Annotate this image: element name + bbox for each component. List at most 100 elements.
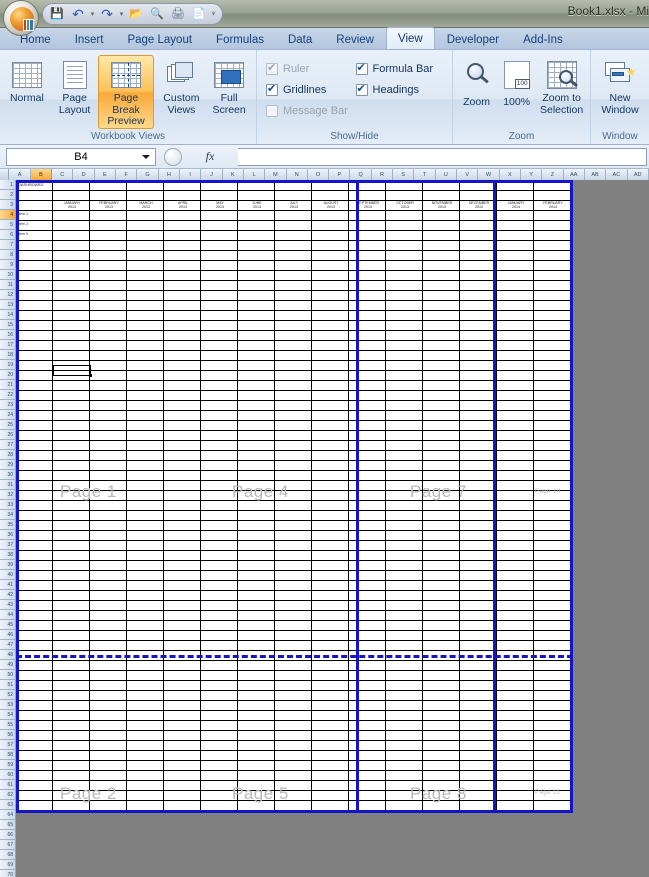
page-break-preview-button[interactable]: Page Break Preview [98,55,154,129]
redo-icon[interactable]: ↷ [97,5,117,23]
row-header-22[interactable]: 22 [0,390,16,400]
row-header-17[interactable]: 17 [0,340,16,350]
column-header-U[interactable]: U [435,169,458,180]
gridlines-checkbox-row[interactable]: Gridlines [266,79,356,100]
row-header-24[interactable]: 24 [0,410,16,420]
row-header-19[interactable]: 19 [0,360,16,370]
row-header-48[interactable]: 48 [0,650,16,660]
formula-input[interactable] [238,147,647,166]
customize-qat-icon[interactable]: ⩛ [210,5,217,23]
column-header-D[interactable]: D [73,169,95,180]
row-header-33[interactable]: 33 [0,500,16,510]
column-header-Z[interactable]: Z [542,169,564,180]
column-header-Y[interactable]: Y [520,169,543,180]
row-header-20[interactable]: 20 [0,370,16,380]
column-header-A[interactable]: A [9,169,31,180]
page-layout-button[interactable]: Page Layout [51,55,99,117]
column-header-T[interactable]: T [414,169,436,180]
row-header-39[interactable]: 39 [0,560,16,570]
ribbon-tab-insert[interactable]: Insert [63,29,116,49]
row-header-61[interactable]: 61 [0,780,16,790]
column-header-O[interactable]: O [307,169,330,180]
zoom-button[interactable]: Zoom [456,55,497,110]
redo-dropdown-icon[interactable]: ▾ [118,5,125,23]
office-button[interactable] [3,0,39,36]
ribbon-tab-review[interactable]: Review [324,29,386,49]
row-header-50[interactable]: 50 [0,670,16,680]
zoom-to-selection-button[interactable]: Zoom to Selection [536,55,587,117]
row-header-52[interactable]: 52 [0,690,16,700]
custom-views-button[interactable]: Custom Views [158,55,206,117]
horizontal-page-break-1[interactable] [16,655,573,658]
zoom-100-button[interactable]: 100 100% [497,55,536,110]
message-bar-checkbox-row[interactable]: Message Bar [266,100,356,121]
ribbon-tab-view[interactable]: View [386,27,435,49]
row-header-68[interactable]: 68 [0,850,16,860]
vertical-page-break-1[interactable] [356,180,359,813]
new-icon[interactable]: 📄 [189,5,209,23]
column-header-AB[interactable]: AB [584,169,607,180]
new-window-button[interactable]: New Window [594,55,646,117]
row-header-44[interactable]: 44 [0,610,16,620]
column-header-I[interactable]: I [179,169,202,180]
column-header-E[interactable]: E [94,169,117,180]
column-header-B[interactable]: B [30,169,53,180]
row-header-11[interactable]: 11 [0,280,16,290]
row-header-54[interactable]: 54 [0,710,16,720]
ribbon-tab-page-layout[interactable]: Page Layout [115,29,204,49]
row-header-64[interactable]: 64 [0,810,16,820]
ribbon-tab-add-ins[interactable]: Add-Ins [511,29,575,49]
row-header-9[interactable]: 9 [0,260,16,270]
row-header-10[interactable]: 10 [0,270,16,280]
select-all-corner[interactable] [0,169,10,180]
row-header-56[interactable]: 56 [0,730,16,740]
row-header-58[interactable]: 58 [0,750,16,760]
row-header-40[interactable]: 40 [0,570,16,580]
column-header-M[interactable]: M [265,169,287,180]
row-header-12[interactable]: 12 [0,290,16,300]
row-header-1[interactable]: 1 [0,180,16,190]
row-header-36[interactable]: 36 [0,530,16,540]
row-header-41[interactable]: 41 [0,580,16,590]
row-header-35[interactable]: 35 [0,520,16,530]
row-header-23[interactable]: 23 [0,400,16,410]
row-header-63[interactable]: 63 [0,800,16,810]
row-header-49[interactable]: 49 [0,660,16,670]
row-header-65[interactable]: 65 [0,820,16,830]
column-header-P[interactable]: P [329,169,351,180]
row-header-28[interactable]: 28 [0,450,16,460]
row-header-42[interactable]: 42 [0,590,16,600]
row-header-13[interactable]: 13 [0,300,16,310]
column-header-V[interactable]: V [457,169,479,180]
row-header-62[interactable]: 62 [0,790,16,800]
column-header-H[interactable]: H [158,169,180,180]
row-header-32[interactable]: 32 [0,490,16,500]
column-header-R[interactable]: R [371,169,394,180]
column-header-L[interactable]: L [243,169,266,180]
row-header-67[interactable]: 67 [0,840,16,850]
column-header-W[interactable]: W [478,169,500,180]
formula-bar-checkbox-row[interactable]: Formula Bar [355,58,449,79]
column-header-AC[interactable]: AC [606,169,628,180]
row-header-60[interactable]: 60 [0,770,16,780]
row-header-5[interactable]: 5 [0,220,16,230]
row-header-51[interactable]: 51 [0,680,16,690]
row-header-29[interactable]: 29 [0,460,16,470]
row-header-57[interactable]: 57 [0,740,16,750]
ribbon-tab-developer[interactable]: Developer [435,29,511,49]
undo-dropdown-icon[interactable]: ▾ [89,5,96,23]
row-header-37[interactable]: 37 [0,540,16,550]
ribbon-tab-formulas[interactable]: Formulas [204,29,276,49]
column-header-K[interactable]: K [222,169,244,180]
ruler-checkbox-row[interactable]: Ruler [266,58,356,79]
column-header-J[interactable]: J [201,169,223,180]
row-header-34[interactable]: 34 [0,510,16,520]
row-header-38[interactable]: 38 [0,550,16,560]
row-header-46[interactable]: 46 [0,630,16,640]
row-header-14[interactable]: 14 [0,310,16,320]
row-header-15[interactable]: 15 [0,320,16,330]
row-header-55[interactable]: 55 [0,720,16,730]
normal-view-button[interactable]: Normal [3,55,51,106]
row-header-59[interactable]: 59 [0,760,16,770]
row-header-16[interactable]: 16 [0,330,16,340]
